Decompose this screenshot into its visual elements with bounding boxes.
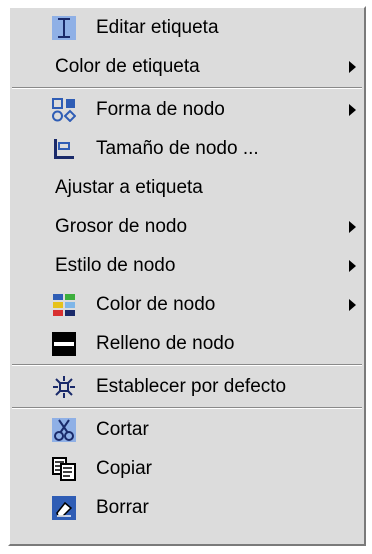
menu-item-cortar[interactable]: Cortar: [10, 410, 364, 449]
color-palette-icon: [52, 293, 76, 317]
menu-item-label: Borrar: [96, 496, 149, 518]
menu-item-label: Grosor de nodo: [55, 215, 188, 237]
submenu-arrow-icon: [349, 298, 356, 311]
menu-item-label: Cortar: [96, 418, 149, 440]
menu-item-relleno-de-nodo[interactable]: Relleno de nodo: [10, 324, 364, 363]
menu-item-ajustar-a-etiqueta[interactable]: Ajustar a etiqueta: [10, 168, 364, 207]
menu-item-editar-etiqueta[interactable]: Editar etiqueta: [10, 8, 364, 47]
menu-separator: [12, 364, 362, 366]
menu-item-label: Ajustar a etiqueta: [55, 176, 203, 198]
menu-item-label: Relleno de nodo: [96, 332, 235, 354]
menu-item-label: Tamaño de nodo ...: [96, 137, 259, 159]
context-menu: Editar etiqueta Color de etiqueta Forma …: [8, 6, 366, 546]
submenu-arrow-icon: [349, 103, 356, 116]
menu-item-label: Establecer por defecto: [96, 375, 287, 397]
menu-item-label: Color de etiqueta: [55, 55, 200, 77]
eraser-icon: [52, 495, 76, 520]
menu-item-label: Estilo de nodo: [55, 254, 176, 276]
menu-item-label: Color de nodo: [96, 293, 216, 315]
scissors-icon: [52, 417, 76, 442]
menu-item-tamano-de-nodo[interactable]: Tamaño de nodo ...: [10, 129, 364, 168]
submenu-arrow-icon: [349, 220, 356, 233]
menu-item-color-de-nodo[interactable]: Color de nodo: [10, 285, 364, 324]
menu-item-copiar[interactable]: Copiar: [10, 449, 364, 488]
menu-separator: [12, 407, 362, 409]
menu-item-color-de-etiqueta[interactable]: Color de etiqueta: [10, 47, 364, 86]
menu-item-establecer-por-defecto[interactable]: Establecer por defecto: [10, 367, 364, 406]
set-default-icon: [52, 375, 76, 399]
copy-icon: [52, 456, 76, 481]
menu-item-forma-de-nodo[interactable]: Forma de nodo: [10, 90, 364, 129]
menu-separator: [12, 87, 362, 89]
menu-item-grosor-de-nodo[interactable]: Grosor de nodo: [10, 207, 364, 246]
menu-item-label: Editar etiqueta: [96, 16, 219, 38]
node-shapes-icon: [52, 97, 76, 122]
fill-icon: [52, 331, 76, 356]
submenu-arrow-icon: [349, 259, 356, 272]
node-size-icon: [52, 137, 76, 161]
menu-item-label: Copiar: [96, 457, 152, 479]
menu-item-label: Forma de nodo: [96, 98, 225, 120]
menu-item-borrar[interactable]: Borrar: [10, 488, 364, 527]
menu-item-estilo-de-nodo[interactable]: Estilo de nodo: [10, 246, 364, 285]
text-cursor-icon: [52, 15, 76, 40]
submenu-arrow-icon: [349, 60, 356, 73]
